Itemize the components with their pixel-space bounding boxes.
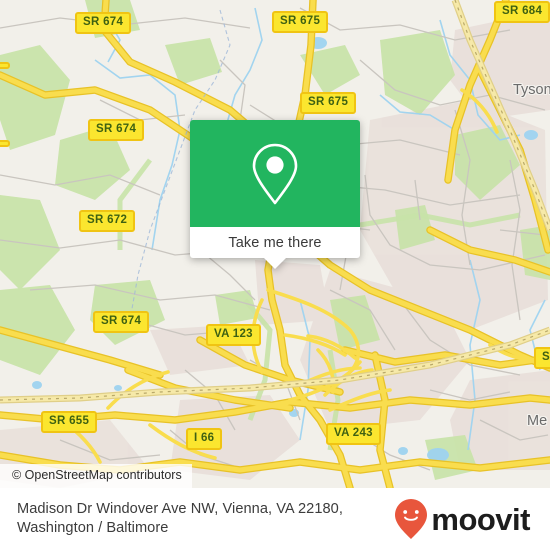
road-shield: VA 243 — [326, 423, 381, 445]
take-me-there-label: Take me there — [228, 234, 322, 251]
popup-tail — [264, 258, 286, 269]
road-shield-partial — [0, 140, 10, 147]
take-me-there-button[interactable]: Take me there — [190, 227, 360, 269]
location-popup[interactable]: Take me there — [190, 120, 360, 269]
place-label-tysons: Tysons — [513, 82, 550, 98]
road-shield: SR 675 — [300, 92, 357, 114]
road-shield: SR 674 — [93, 311, 150, 333]
address-line-1: Madison Dr Windover Ave NW, Vienna, VA 2… — [17, 500, 343, 517]
moovit-logo[interactable]: moovit — [394, 498, 536, 540]
map-screenshot: SR 674 SR 675 SR 684 SR 675 SR 674 SR 67… — [0, 0, 550, 550]
road-shield: I 66 — [186, 428, 223, 450]
road-shield: SR 674 — [75, 12, 132, 34]
map-attribution[interactable]: © OpenStreetMap contributors — [0, 464, 192, 488]
moovit-pin-smiley-icon — [395, 499, 428, 539]
road-shield: SR 672 — [79, 210, 136, 232]
moovit-wordmark: moovit — [431, 501, 530, 537]
road-shield: SR 674 — [88, 119, 145, 141]
map-pin-icon — [252, 143, 298, 204]
footer-bar: Madison Dr Windover Ave NW, Vienna, VA 2… — [0, 488, 550, 550]
road-shield: SR 675 — [272, 11, 329, 33]
address-text: Madison Dr Windover Ave NW, Vienna, VA 2… — [17, 500, 394, 539]
road-shield: SR 655 — [41, 411, 98, 433]
popup-header — [190, 120, 360, 227]
address-line-2: Washington / Baltimore — [17, 520, 169, 536]
map-canvas[interactable]: SR 674 SR 675 SR 684 SR 675 SR 674 SR 67… — [0, 0, 550, 488]
road-shield-partial — [0, 62, 10, 69]
road-shield: SR 684 — [494, 1, 550, 23]
road-shield: SR — [534, 347, 550, 369]
road-shield: VA 123 — [206, 324, 261, 346]
place-label-mclean: Me — [527, 413, 548, 429]
